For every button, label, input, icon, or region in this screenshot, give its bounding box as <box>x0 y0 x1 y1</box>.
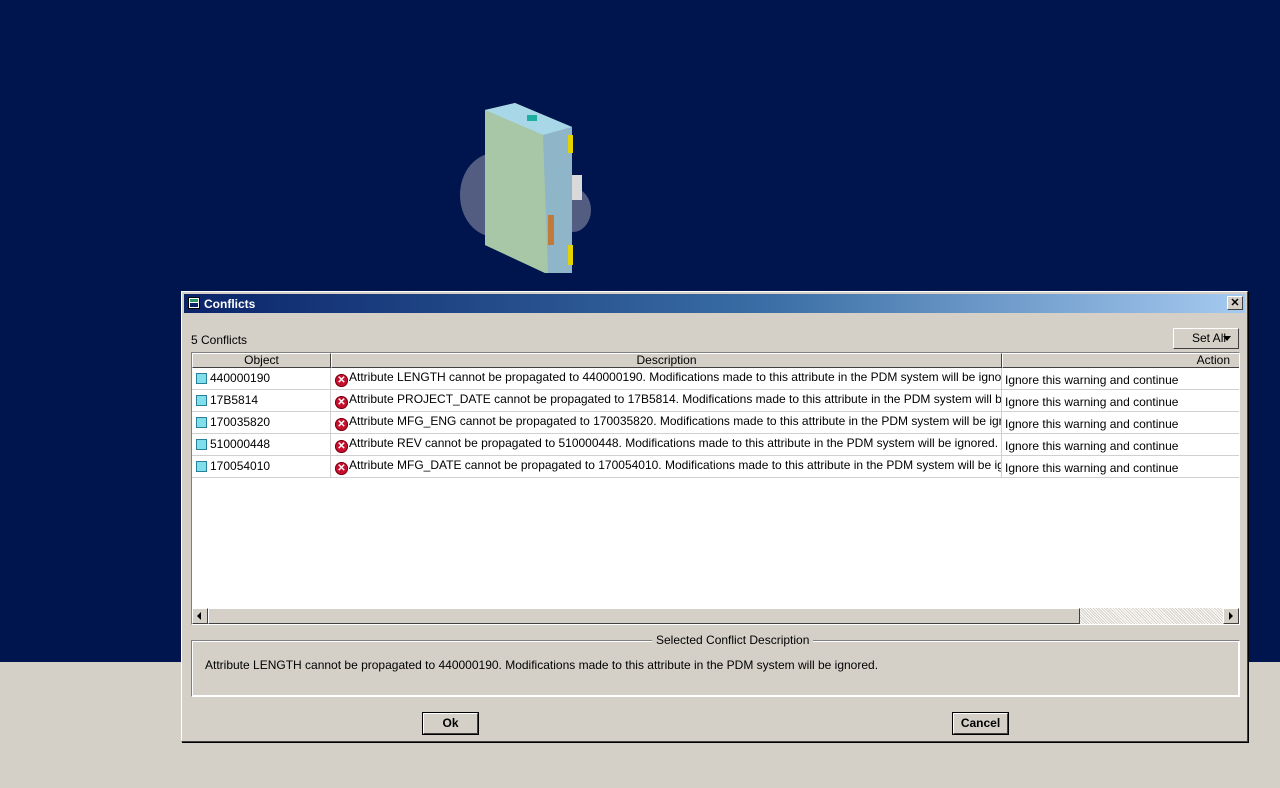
error-circle-icon: ✕ <box>335 418 348 431</box>
description-text: Attribute MFG_ENG cannot be propagated t… <box>349 414 1002 428</box>
action-select[interactable]: Ignore this warning and continue <box>1002 390 1239 412</box>
column-header-object[interactable]: Object <box>192 353 331 368</box>
table-row[interactable]: 17B5814 ✕ Attribute PROJECT_DATE cannot b… <box>192 390 1239 412</box>
close-button[interactable]: ✕ <box>1227 296 1243 310</box>
table-row[interactable]: 170054010 ✕ Attribute MFG_DATE cannot be … <box>192 456 1239 478</box>
action-select[interactable]: Ignore this warning and continue <box>1002 412 1239 434</box>
description-cell: ✕ Attribute REV cannot be propagated to 5… <box>331 434 1002 456</box>
description-text: Attribute MFG_DATE cannot be propagated … <box>349 458 1002 472</box>
scrollbar-thumb[interactable] <box>208 608 1080 624</box>
conflicts-dialog: Conflicts ✕ 5 Conflicts Set All Object D… <box>181 291 1248 742</box>
part-cube-icon <box>196 395 207 406</box>
object-cell: 510000448 <box>192 434 331 456</box>
object-cell: 17B5814 <box>192 390 331 412</box>
object-id: 510000448 <box>210 437 271 451</box>
column-header-action[interactable]: Action <box>1002 353 1239 368</box>
table-row[interactable]: 440000190 ✕ Attribute LENGTH cannot be pr… <box>192 368 1239 390</box>
part-cube-icon <box>196 373 207 384</box>
action-select[interactable]: Ignore this warning and continue <box>1002 434 1239 456</box>
part-cube-icon <box>196 417 207 428</box>
scroll-right-arrow-icon[interactable] <box>1223 608 1239 624</box>
description-cell: ✕ Attribute MFG_DATE cannot be propagated… <box>331 456 1002 478</box>
selected-conflict-group-title: Selected Conflict Description <box>652 633 814 647</box>
description-text: Attribute REV cannot be propagated to 51… <box>349 436 999 450</box>
chevron-down-icon <box>1223 336 1231 341</box>
table-header: Object Description Action <box>192 353 1239 368</box>
table-row[interactable]: 170035820 ✕ Attribute MFG_ENG cannot be p… <box>192 412 1239 434</box>
object-id: 170035820 <box>210 415 271 429</box>
selected-conflict-group: Selected Conflict Description Attribute … <box>191 633 1240 697</box>
object-id: 440000190 <box>210 371 271 385</box>
dialog-title: Conflicts <box>204 297 256 311</box>
dialog-app-icon <box>188 297 200 309</box>
part-cube-icon <box>196 461 207 472</box>
object-id: 17B5814 <box>210 393 259 407</box>
column-header-description[interactable]: Description <box>331 353 1002 368</box>
error-circle-icon: ✕ <box>335 396 348 409</box>
cancel-button[interactable]: Cancel <box>953 713 1008 734</box>
close-x-icon: ✕ <box>1230 297 1240 309</box>
table-row[interactable]: 510000448 ✕ Attribute REV cannot be propa… <box>192 434 1239 456</box>
selected-conflict-description: Attribute LENGTH cannot be propagated to… <box>205 658 879 672</box>
set-all-label: Set All <box>1192 331 1227 345</box>
description-cell: ✕ Attribute PROJECT_DATE cannot be propag… <box>331 390 1002 412</box>
ok-button[interactable]: Ok <box>423 713 478 734</box>
scroll-left-arrow-icon[interactable] <box>192 608 208 624</box>
set-all-dropdown[interactable]: Set All <box>1173 328 1239 349</box>
dialog-titlebar[interactable]: Conflicts ✕ <box>184 294 1245 313</box>
object-cell: 170054010 <box>192 456 331 478</box>
conflict-count: 5 Conflicts <box>191 333 248 347</box>
conflicts-table: Object Description Action 440000190 ✕ Att… <box>191 352 1240 625</box>
part-cube-icon <box>196 439 207 450</box>
description-text: Attribute LENGTH cannot be propagated to… <box>349 370 1002 384</box>
error-circle-icon: ✕ <box>335 374 348 387</box>
object-cell: 170035820 <box>192 412 331 434</box>
scrollbar-track[interactable] <box>1080 608 1223 624</box>
horizontal-scrollbar[interactable] <box>192 608 1239 624</box>
action-select[interactable]: Ignore this warning and continue <box>1002 368 1239 390</box>
action-select[interactable]: Ignore this warning and continue <box>1002 456 1239 478</box>
description-cell: ✕ Attribute LENGTH cannot be propagated t… <box>331 368 1002 390</box>
description-text: Attribute PROJECT_DATE cannot be propaga… <box>349 392 1002 406</box>
cad-part-model[interactable] <box>455 95 600 280</box>
object-id: 170054010 <box>210 459 271 473</box>
table-body: 440000190 ✕ Attribute LENGTH cannot be pr… <box>192 368 1239 478</box>
description-cell: ✕ Attribute MFG_ENG cannot be propagated … <box>331 412 1002 434</box>
object-cell: 440000190 <box>192 368 331 390</box>
error-circle-icon: ✕ <box>335 440 348 453</box>
error-circle-icon: ✕ <box>335 462 348 475</box>
